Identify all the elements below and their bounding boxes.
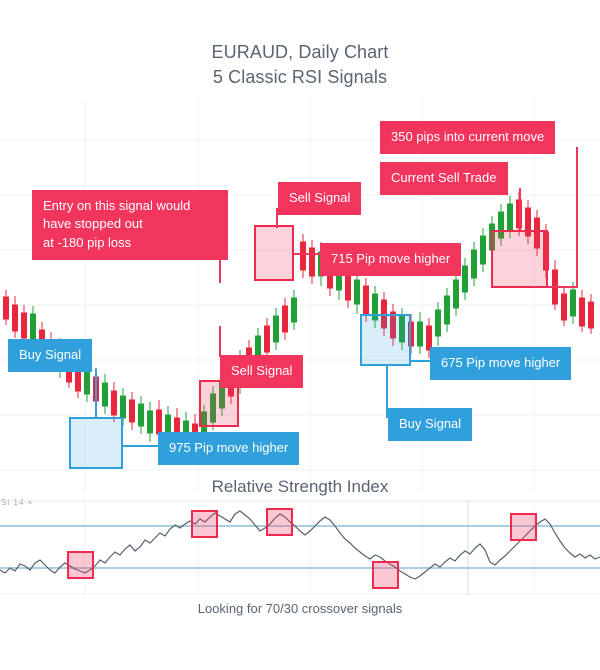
chart-title-line-2: 5 Classic RSI Signals xyxy=(212,66,388,87)
rsi-pane-heading: Relative Strength Index xyxy=(211,477,389,496)
callout-stop-out[interactable]: Entry on this signal would have stopped … xyxy=(32,190,228,261)
rsi-crossover-box-4 xyxy=(372,561,399,589)
callout-current-sell-trade[interactable]: Current Sell Trade xyxy=(380,162,508,196)
connector-buy-signal-1 xyxy=(95,369,97,418)
rsi-chart-pane[interactable] xyxy=(0,500,600,595)
connector-pip-675 xyxy=(410,360,430,362)
rsi-crossover-box-1 xyxy=(67,551,94,579)
connector-sell-signal-1 xyxy=(219,326,221,357)
rsi-crossover-box-2 xyxy=(191,510,218,538)
connector-pip-975 xyxy=(122,445,158,447)
chart-title-line-1: EURAUD, Daily Chart xyxy=(211,42,389,62)
rsi-crossover-box-5 xyxy=(510,513,537,541)
callout-sell-signal-1[interactable]: Sell Signal xyxy=(220,355,304,389)
price-chart-svg xyxy=(0,100,600,490)
callout-buy-signal-1[interactable]: Buy Signal xyxy=(8,339,93,373)
sell-signal-box-2 xyxy=(254,225,294,281)
callout-pip-675[interactable]: 675 Pip move higher xyxy=(430,347,572,381)
price-chart-pane[interactable] xyxy=(0,100,600,490)
current-sell-trade-box xyxy=(491,230,548,288)
callout-pip-975[interactable]: 975 Pip move higher xyxy=(158,432,300,466)
rsi-crossover-box-3 xyxy=(266,508,293,536)
callout-buy-signal-2[interactable]: Buy Signal xyxy=(388,408,473,442)
callout-sell-signal-2[interactable]: Sell Signal xyxy=(278,182,362,216)
buy-signal-box-1 xyxy=(69,417,123,469)
connector-pip-715 xyxy=(293,253,321,255)
callout-pip-715[interactable]: 715 Pip move higher xyxy=(320,243,462,277)
chart-title-block: EURAUD, Daily Chart 5 Classic RSI Signal… xyxy=(0,40,600,90)
buy-signal-box-2 xyxy=(360,314,411,366)
connector-pip-350-horiz xyxy=(546,286,578,288)
footer-caption: Looking for 70/30 crossover signals xyxy=(197,601,403,616)
connector-pip-350-vert xyxy=(576,147,578,287)
connector-current-sell-trade xyxy=(519,188,521,231)
rsi-chart-svg xyxy=(0,500,600,595)
callout-pip-350[interactable]: 350 pips into current move xyxy=(380,121,556,155)
